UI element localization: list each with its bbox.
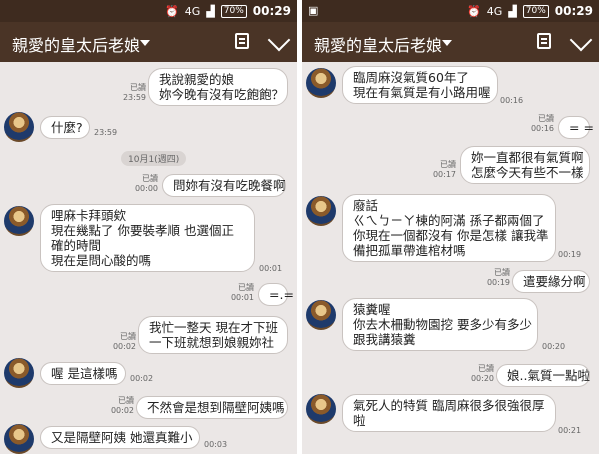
read-time-meta: 已讀 00:00 <box>134 174 158 193</box>
network-label: 4G <box>486 4 503 18</box>
app-bar: 親愛的皇太后老娘 <box>302 22 599 62</box>
clock: 00:29 <box>554 4 593 18</box>
message-bubble-sent[interactable]: =.= <box>258 283 294 306</box>
message-time: 00:19 <box>558 250 582 259</box>
battery-indicator: 70% <box>220 4 247 18</box>
message-bubble-received[interactable]: 什麼? <box>40 116 90 139</box>
chat-panel-left: ⏰ 4G ▟ 70% 00:29 親愛的皇太后老娘 已讀 23:59 我說親愛的娘… <box>0 0 297 454</box>
message-time: 23:59 <box>94 128 118 137</box>
message-bubble-sent[interactable]: 妳一直都很有氣質啊 怎麼今天有些不一樣 <box>460 146 590 184</box>
read-time-meta: 已讀 00:17 <box>432 160 456 179</box>
avatar[interactable] <box>306 196 336 226</box>
message-time: 00:01 <box>259 264 283 273</box>
chat-title[interactable]: 親愛的皇太后老娘 <box>12 32 140 56</box>
read-time-meta: 已讀 00:16 <box>530 114 554 133</box>
message-bubble-sent[interactable]: 不然會是想到隔壁阿姨嗎 <box>136 396 288 419</box>
read-time-meta: 已讀 00:02 <box>112 332 136 351</box>
message-bubble-received[interactable]: 臨周麻沒氣質60年了 現在有氣質是有小路用喔 <box>342 66 498 104</box>
message-bubble-sent[interactable]: 遣要緣分啊 <box>512 270 590 293</box>
message-time: 00:02 <box>130 374 154 383</box>
message-bubble-sent[interactable]: 我忙一整天 現在才下班 一下班就想到娘親妳社 <box>138 316 288 354</box>
message-bubble-received[interactable]: 又是隔壁阿姨 她還真難小 <box>40 426 200 449</box>
message-bubble-sent[interactable]: 娘..氣質一點啦 <box>496 364 590 387</box>
read-time-meta: 已讀 00:20 <box>470 364 494 383</box>
date-separator: 10月1(週四) <box>121 151 187 166</box>
avatar[interactable] <box>4 424 34 454</box>
message-time: 00:20 <box>542 342 566 351</box>
read-time-meta: 已讀 00:02 <box>110 396 134 415</box>
message-bubble-received[interactable]: 喔 是這樣嗎 <box>40 362 126 385</box>
alarm-icon: ⏰ <box>165 4 179 18</box>
message-bubble-sent[interactable]: 我說親愛的娘 妳今晚有沒有吃飽飽？ <box>148 68 288 106</box>
expand-icon[interactable] <box>569 28 593 52</box>
read-time-meta: 已讀 00:01 <box>230 283 254 302</box>
alarm-icon: ⏰ <box>467 4 481 18</box>
battery-indicator: 70% <box>522 4 549 18</box>
message-bubble-sent[interactable]: 問妳有沒有吃晚餐啊 <box>162 174 286 197</box>
chat-title[interactable]: 親愛的皇太后老娘 <box>314 32 442 56</box>
avatar[interactable] <box>4 206 34 236</box>
chevron-down-icon[interactable] <box>442 40 452 46</box>
avatar[interactable] <box>306 394 336 424</box>
message-time: 00:21 <box>558 426 582 435</box>
message-time: 00:16 <box>500 96 524 105</box>
avatar[interactable] <box>4 358 34 388</box>
chevron-down-icon[interactable] <box>140 40 150 46</box>
read-time-meta: 已讀 00:19 <box>486 268 510 287</box>
message-bubble-sent[interactable]: = = <box>558 116 594 139</box>
status-bar: ▣ ⏰ 4G ▟ 70% 00:29 <box>302 0 599 22</box>
message-bubble-received[interactable]: 猿糞喔 你去木柵動物園挖 要多少有多少 跟我講猿糞 <box>342 298 538 351</box>
message-bubble-received[interactable]: 哩麻卡拜頭欸 現在幾點了 你要裝孝順 也選個正 確的時間 現在是問心酸的嗎 <box>40 204 255 272</box>
image-icon: ▣ <box>308 4 319 17</box>
message-bubble-received[interactable]: 氣死人的特質 臨周麻很多很強很厚啦 <box>342 394 556 432</box>
expand-icon[interactable] <box>267 28 291 52</box>
clock: 00:29 <box>252 4 291 18</box>
signal-icon: ▟ <box>206 4 215 18</box>
avatar[interactable] <box>306 68 336 98</box>
avatar[interactable] <box>306 300 336 330</box>
notes-icon[interactable] <box>537 33 551 49</box>
avatar[interactable] <box>4 112 34 142</box>
chat-panel-right: ▣ ⏰ 4G ▟ 70% 00:29 親愛的皇太后老娘 臨周麻沒氣質60年了 現在… <box>302 0 599 454</box>
notes-icon[interactable] <box>235 33 249 49</box>
read-time-meta: 已讀 23:59 <box>122 83 146 102</box>
app-bar: 親愛的皇太后老娘 <box>0 22 297 62</box>
signal-icon: ▟ <box>508 4 517 18</box>
status-bar: ⏰ 4G ▟ 70% 00:29 <box>0 0 297 22</box>
message-bubble-received[interactable]: 廢話 ㄍㄟㄅㄧㄚ棟的阿滿 孫子都兩個了 你現在一個都沒有 你是怎樣 讓我準 備把孤單帶… <box>342 194 556 262</box>
network-label: 4G <box>184 4 201 18</box>
message-time: 00:03 <box>204 440 228 449</box>
